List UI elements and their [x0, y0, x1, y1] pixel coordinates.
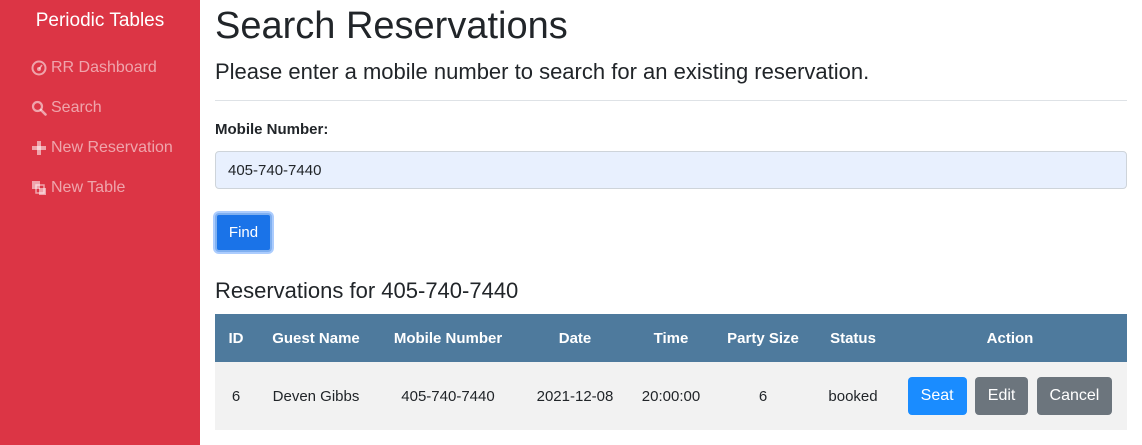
app: Periodic Tables RR Dashboard Search New … — [0, 0, 1142, 445]
sidebar-item-label: New Table — [51, 179, 126, 196]
main-content: Search Reservations Please enter a mobil… — [200, 0, 1142, 445]
find-button[interactable]: Find — [215, 213, 272, 252]
column-header-party-size: Party Size — [727, 329, 799, 347]
column-header-date: Date — [558, 329, 592, 347]
results-heading: Reservations for 405-740-7440 — [215, 278, 519, 303]
seat-button[interactable]: Seat — [907, 377, 967, 415]
cell-actions: Seat Edit Cancel — [893, 362, 1127, 430]
sidebar-item-label: Search — [51, 99, 102, 116]
search-icon — [31, 100, 47, 116]
column-header-action: Action — [986, 329, 1034, 347]
sidebar-item-search[interactable]: Search — [0, 88, 200, 128]
cell-guest-name: Deven Gibbs — [272, 387, 360, 405]
column-header-guest-name: Guest Name — [272, 329, 360, 347]
divider — [215, 100, 1127, 101]
column-header-mobile-number: Mobile Number — [393, 329, 503, 347]
plus-icon — [31, 140, 47, 156]
sidebar: Periodic Tables RR Dashboard Search New … — [0, 0, 200, 445]
mobile-number-input[interactable] — [215, 151, 1127, 189]
table-header-row: ID Guest Name Mobile Number Date Time Pa… — [215, 314, 1127, 362]
edit-button[interactable]: Edit — [974, 377, 1029, 415]
cell-id: 6 — [231, 387, 241, 405]
cell-status: booked — [828, 387, 878, 405]
column-header-time: Time — [653, 329, 689, 347]
sidebar-item-dashboard[interactable]: RR Dashboard — [0, 48, 200, 88]
sidebar-item-new-table[interactable]: New Table — [0, 168, 200, 208]
cell-date: 2021-12-08 — [536, 387, 614, 405]
cell-party-size: 6 — [758, 387, 768, 405]
reservations-table: ID Guest Name Mobile Number Date Time Pa… — [215, 314, 1127, 430]
table-row: 6 Deven Gibbs 405-740-7440 2021-12-08 20… — [215, 362, 1127, 430]
page-title: Search Reservations — [215, 5, 568, 47]
column-header-id: ID — [228, 329, 244, 347]
page-subtitle: Please enter a mobile number to search f… — [215, 59, 870, 84]
cell-time: 20:00:00 — [641, 387, 701, 405]
brand-title[interactable]: Periodic Tables — [0, 8, 200, 34]
column-header-status: Status — [830, 329, 876, 347]
layers-icon — [31, 180, 47, 196]
sidebar-item-new-reservation[interactable]: New Reservation — [0, 128, 200, 168]
dashboard-icon — [31, 60, 47, 76]
search-form: Mobile Number: Find — [215, 121, 1127, 252]
sidebar-item-label: RR Dashboard — [51, 59, 157, 76]
cell-mobile-number: 405-740-7440 — [401, 387, 495, 405]
cancel-button[interactable]: Cancel — [1036, 377, 1113, 415]
mobile-number-label: Mobile Number: — [215, 121, 329, 138]
sidebar-item-label: New Reservation — [51, 139, 173, 156]
